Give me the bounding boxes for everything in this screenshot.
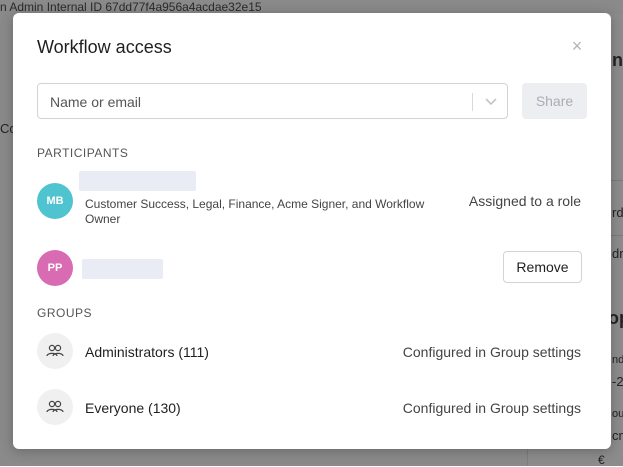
background-text-fragment: rde	[612, 205, 623, 220]
background-text-fragment: n	[612, 50, 623, 70]
groups-heading: GROUPS	[37, 306, 93, 320]
background-text-fragment: ou	[612, 408, 623, 420]
chevron-down-icon[interactable]	[484, 94, 498, 108]
name-or-email-input[interactable]	[48, 84, 472, 120]
group-config-text: Configured in Group settings	[402, 344, 581, 360]
background-text-fragment: €	[598, 453, 605, 467]
background-text-fragment: nd	[612, 354, 623, 366]
background-text-fragment: -2	[612, 374, 623, 389]
close-icon[interactable]: ×	[568, 37, 586, 55]
group-config-text: Configured in Group settings	[402, 400, 581, 416]
group-icon	[37, 389, 73, 425]
group-icon	[37, 333, 73, 369]
remove-button[interactable]: Remove	[503, 251, 582, 283]
dialog-title: Workflow access	[37, 37, 172, 57]
participant-name-placeholder	[82, 259, 163, 279]
background-header-text: n Admin Internal ID 67dd77f4a956a4acdae3…	[0, 0, 262, 14]
background-text-fragment: dr	[612, 246, 623, 261]
background-text-fragment: cm	[612, 428, 623, 443]
avatar: PP	[37, 250, 73, 286]
participant-roles: Customer Success, Legal, Finance, Acme S…	[85, 197, 425, 226]
group-name: Administrators (111)	[85, 344, 209, 360]
participants-heading: PARTICIPANTS	[37, 146, 129, 160]
avatar: MB	[37, 183, 73, 219]
share-button[interactable]: Share	[522, 83, 587, 119]
participant-status: Assigned to a role	[468, 193, 581, 209]
name-or-email-select[interactable]	[37, 83, 508, 120]
group-name: Everyone (130)	[85, 400, 181, 416]
workflow-access-dialog: Workflow access × Share PARTICIPANTS MB …	[13, 13, 611, 449]
select-divider	[472, 93, 473, 111]
participant-name-placeholder	[79, 171, 196, 191]
